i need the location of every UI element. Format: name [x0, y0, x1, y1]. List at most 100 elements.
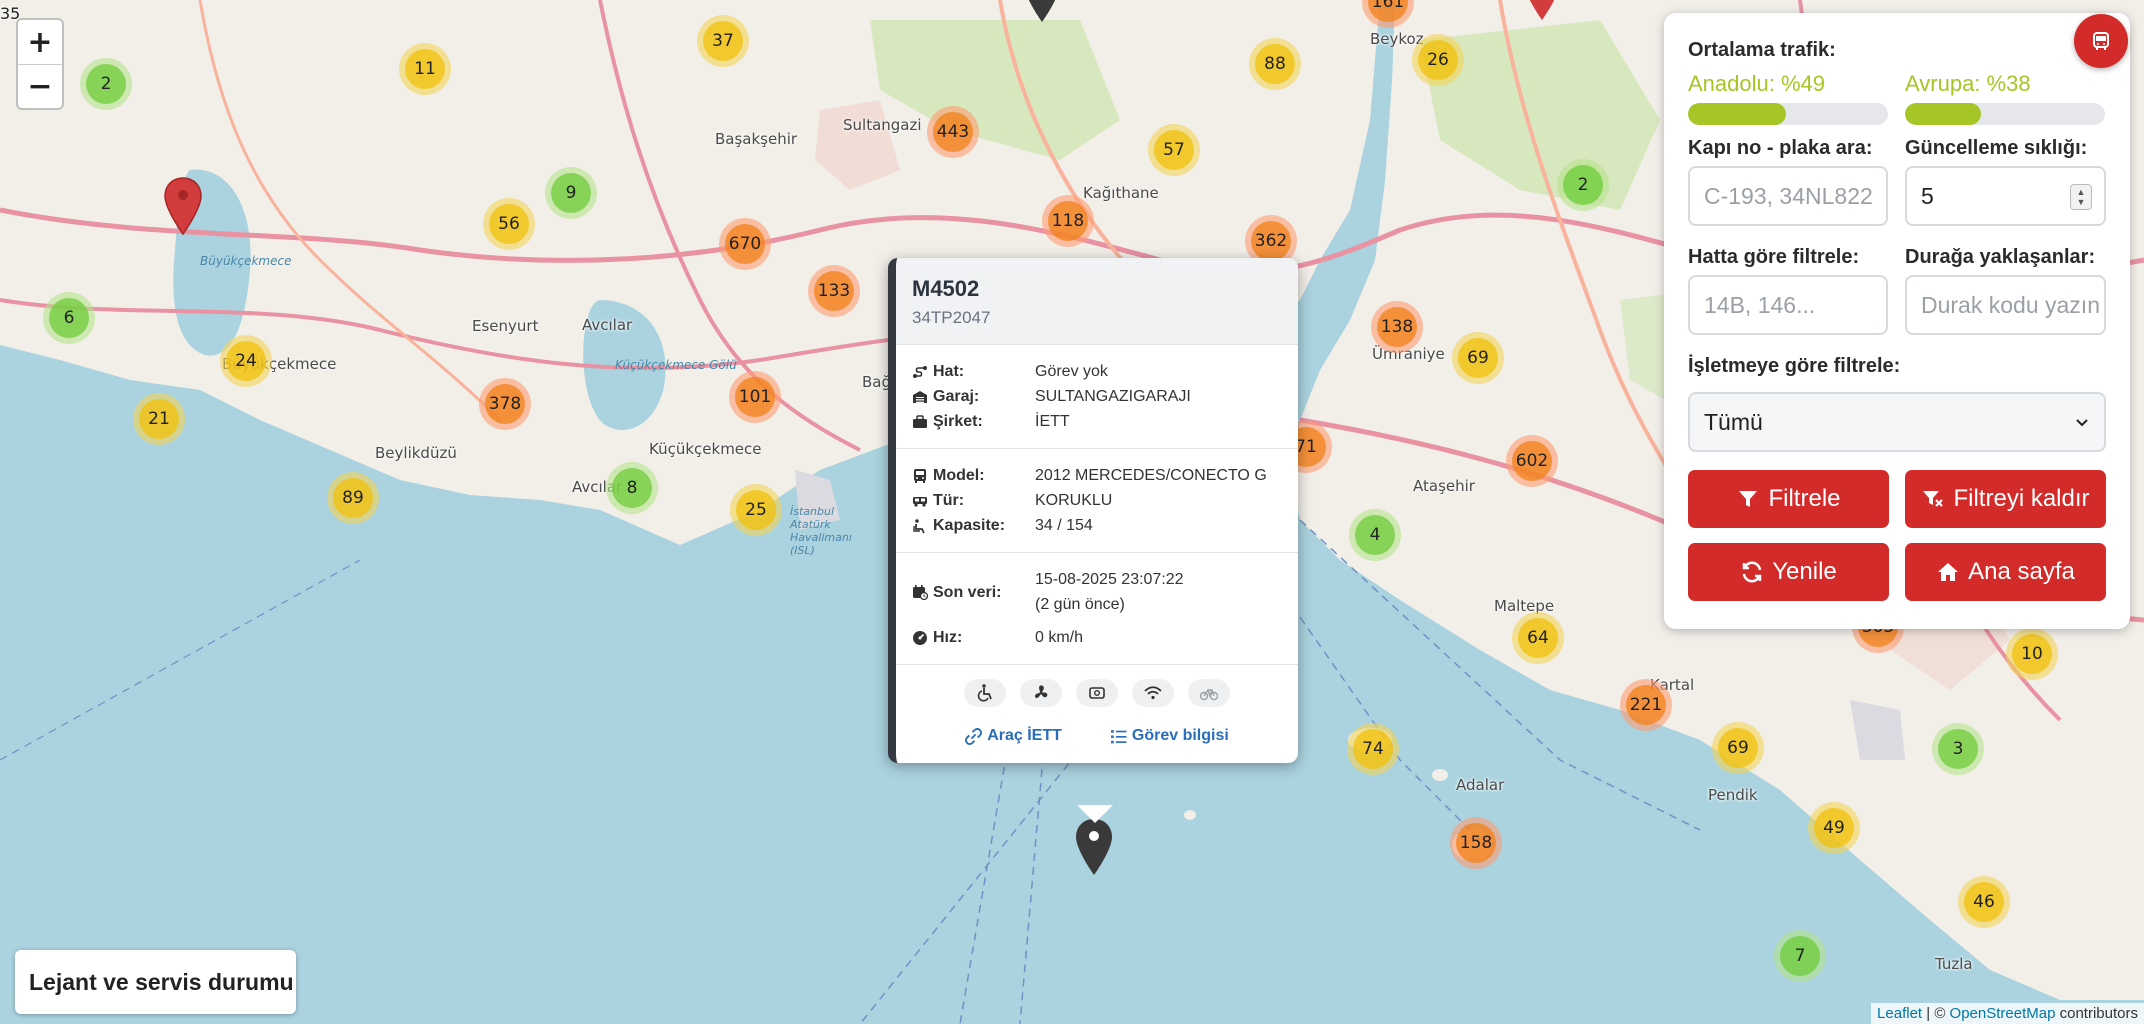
cluster-count: 6 — [49, 298, 89, 338]
place-label: Adalar — [1456, 776, 1505, 794]
place-label: Esenyurt — [472, 317, 539, 335]
zoom-in-button[interactable]: + — [18, 20, 62, 64]
selected-vehicle-marker[interactable] — [1074, 817, 1114, 877]
line-filter-label: Hatta göre filtrele: — [1688, 246, 1860, 268]
cluster-marker[interactable]: 2 — [1557, 159, 1609, 211]
cluster-marker[interactable]: 443 — [927, 106, 979, 158]
stepper-up-icon: ▲ — [2076, 187, 2086, 197]
line-filter-input[interactable]: 14B, 146... — [1688, 275, 1888, 335]
cluster-count: 26 — [1418, 40, 1458, 80]
cluster-marker[interactable]: 670 — [719, 218, 771, 270]
stop-approach-input[interactable]: Durak kodu yazın — [1905, 275, 2106, 335]
cluster-marker[interactable]: 6 — [43, 292, 95, 344]
update-freq-input[interactable]: 5 ▲ ▼ — [1905, 166, 2106, 226]
osm-link[interactable]: OpenStreetMap — [1950, 1005, 2056, 1022]
clear-filter-button[interactable]: Filtreyi kaldır — [1905, 470, 2106, 528]
cluster-count: 8 — [612, 468, 652, 508]
line-label: Hat: — [933, 363, 965, 380]
fan-icon — [1035, 685, 1048, 698]
cluster-marker[interactable]: 64 — [1512, 612, 1564, 664]
red-location-marker[interactable] — [163, 176, 203, 236]
cluster-marker[interactable]: 88 — [1249, 38, 1301, 90]
refresh-button[interactable]: Yenile — [1688, 543, 1889, 601]
cluster-count: 89 — [333, 478, 373, 518]
cluster-count: 64 — [1518, 618, 1558, 658]
anatolia-traffic-label: Anadolu: %49 — [1688, 71, 1825, 96]
cluster-marker[interactable]: 11 — [399, 43, 451, 95]
vehicle-popup: M4502 34TP2047 Hat: Görev yok Garaj: SUL… — [888, 258, 1298, 763]
cluster-count: 88 — [1255, 44, 1295, 84]
leaflet-link[interactable]: Leaflet — [1877, 1005, 1922, 1022]
task-info-link[interactable]: Görev bilgisi — [1110, 727, 1229, 745]
cluster-count: 24 — [226, 341, 266, 381]
cluster-marker[interactable]: 9 — [545, 167, 597, 219]
legend-button[interactable]: Lejant ve servis durumu — [15, 950, 296, 1014]
cluster-marker[interactable]: 133 — [808, 265, 860, 317]
capacity-value: 34 / 154 — [1035, 517, 1093, 534]
zoom-out-button[interactable]: − — [18, 64, 62, 108]
cluster-marker[interactable]: 118 — [1042, 195, 1094, 247]
cluster-marker[interactable]: 10 — [2006, 628, 2058, 680]
filter-panel: Ortalama trafik: Anadolu: %49 Avrupa: %3… — [1664, 13, 2130, 629]
vehicle-marker-icon[interactable] — [1022, 0, 1062, 24]
cluster-marker[interactable]: 49 — [1808, 802, 1860, 854]
cluster-marker[interactable]: 378 — [479, 378, 531, 430]
cluster-count: 602 — [1512, 441, 1552, 481]
speedometer-icon — [913, 630, 927, 645]
cluster-marker[interactable]: 46 — [1958, 876, 2010, 928]
cluster-count: 69 — [1718, 728, 1758, 768]
cluster-count: 69 — [1458, 338, 1498, 378]
cluster-marker[interactable]: 3 — [1932, 723, 1984, 775]
operator-select[interactable]: Tümü — [1688, 392, 2106, 452]
place-label: Kağıthane — [1083, 184, 1159, 202]
place-label: Küçükçekmece Gölü — [615, 358, 737, 372]
capacity-label: Kapasite: — [933, 517, 1006, 534]
cluster-marker[interactable]: 56 — [483, 198, 535, 250]
cluster-count: 2 — [1563, 165, 1603, 205]
cluster-count: 10 — [2012, 634, 2052, 674]
cluster-marker[interactable]: 101 — [729, 371, 781, 423]
cluster-marker[interactable]: 69 — [1712, 722, 1764, 774]
bicycle-icon — [1199, 689, 1219, 701]
cluster-count: 221 — [1626, 685, 1666, 725]
refresh-label: Yenile — [1772, 558, 1837, 585]
truck-icon — [913, 496, 927, 507]
cluster-marker[interactable]: 158 — [1450, 817, 1502, 869]
task-info-label: Görev bilgisi — [1131, 727, 1229, 744]
anatolia-traffic-fill — [1688, 103, 1786, 125]
cluster-marker[interactable]: 74 — [1347, 723, 1399, 775]
speed-label: Hız: — [933, 629, 963, 646]
vehicle-iett-link[interactable]: Araç İETT — [965, 727, 1062, 745]
update-freq-label: Güncelleme sıklığı: — [1905, 137, 2088, 159]
cluster-count: 378 — [485, 384, 525, 424]
cluster-marker[interactable]: 7 — [1774, 930, 1826, 982]
cluster-marker[interactable]: 25 — [730, 484, 782, 536]
bus-icon — [2093, 32, 2109, 50]
bus-toggle-button[interactable] — [2074, 14, 2128, 68]
company-label: Şirket: — [933, 413, 983, 430]
cluster-marker[interactable]: 89 — [327, 472, 379, 524]
plate-search-input[interactable]: C-193, 34NL822 — [1688, 166, 1888, 226]
red-location-marker[interactable] — [1522, 0, 1562, 22]
cluster-marker[interactable]: 24 — [220, 335, 272, 387]
cluster-count: 25 — [736, 490, 776, 530]
cluster-marker[interactable]: 8 — [606, 462, 658, 514]
operator-selected: Tümü — [1704, 408, 1763, 435]
cluster-marker[interactable]: 602 — [1506, 435, 1558, 487]
cluster-marker[interactable]: 221 — [1620, 679, 1672, 731]
stop-approach-label: Durağa yaklaşanlar: — [1905, 246, 2096, 268]
cluster-marker[interactable]: 2 — [80, 58, 132, 110]
number-stepper[interactable]: ▲ ▼ — [2070, 184, 2092, 210]
cluster-marker[interactable]: 57 — [1148, 124, 1200, 176]
cluster-marker[interactable]: 21 — [133, 393, 185, 445]
cluster-marker[interactable]: 4 — [1349, 509, 1401, 561]
zoom-control: + − — [16, 18, 64, 110]
last-data-ago: (2 gün önce) — [1035, 596, 1125, 613]
bus-icon — [914, 468, 926, 483]
filter-button[interactable]: Filtrele — [1688, 470, 1889, 528]
home-button[interactable]: Ana sayfa — [1905, 543, 2106, 601]
cluster-marker[interactable]: 69 — [1452, 332, 1504, 384]
cluster-marker[interactable]: 26 — [1412, 34, 1464, 86]
cluster-marker[interactable]: 37 — [697, 15, 749, 67]
cluster-marker[interactable]: 138 — [1371, 301, 1423, 353]
